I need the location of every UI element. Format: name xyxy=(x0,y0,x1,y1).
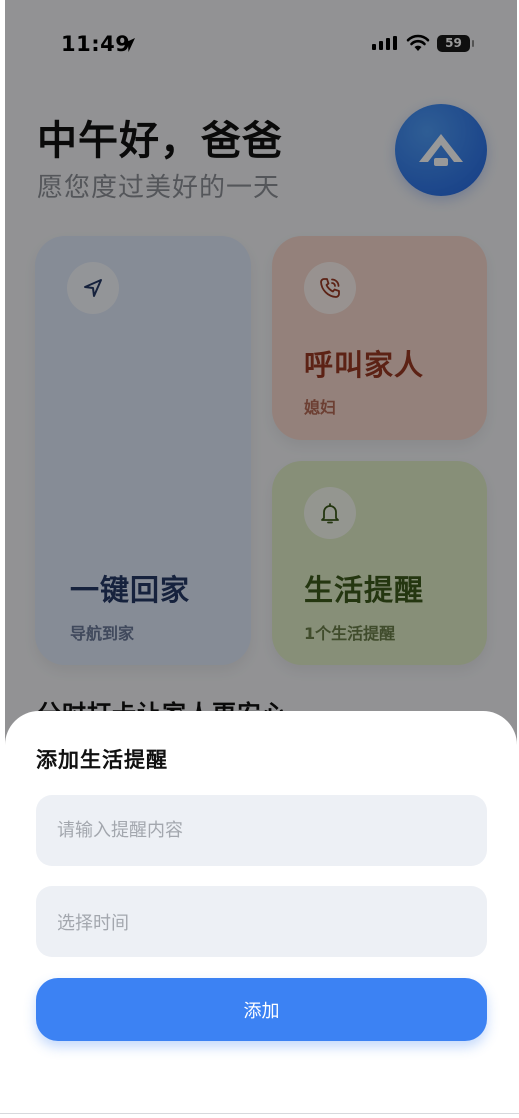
sheet-title: 添加生活提醒 xyxy=(36,748,168,772)
add-button[interactable]: 添加 xyxy=(36,978,487,1041)
reminder-content-input[interactable] xyxy=(36,795,487,866)
add-reminder-sheet: 添加生活提醒 选择时间 添加 xyxy=(5,711,517,1118)
time-picker-field[interactable]: 选择时间 xyxy=(36,886,487,957)
app-screen: 11:49 59 中午好，爸爸 愿您度过美好的一天 一键回家 导航到家 呼叫家人… xyxy=(5,0,517,1118)
bottom-divider xyxy=(0,1113,519,1114)
time-picker-placeholder: 选择时间 xyxy=(57,912,129,934)
